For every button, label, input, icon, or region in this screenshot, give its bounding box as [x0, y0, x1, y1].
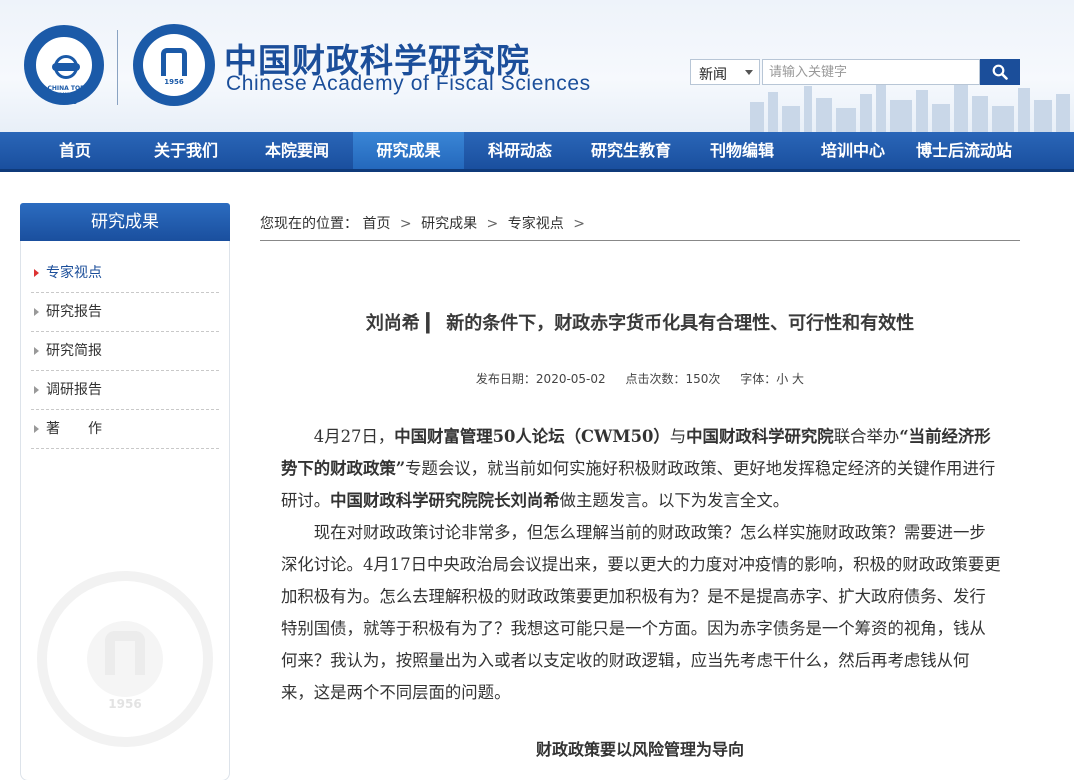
breadcrumb-sep: > [486, 216, 499, 232]
nav-about[interactable]: 关于我们 [131, 132, 241, 169]
breadcrumb-sep: > [573, 216, 585, 232]
sidebar-item-survey-reports[interactable]: 调研报告 [31, 371, 219, 410]
sidebar-item-research-reports[interactable]: 研究报告 [31, 293, 219, 332]
sidebar-item-works[interactable]: 著 作 [31, 410, 219, 449]
think-tank-logo[interactable]: CHINA TOP THINK TANKS [24, 25, 104, 106]
arrow-right-icon [34, 269, 39, 277]
sidebar-item-research-briefs[interactable]: 研究简报 [31, 332, 219, 371]
breadcrumb-research-results[interactable]: 研究成果 [421, 213, 477, 233]
academy-seal-watermark: 1956 [37, 571, 213, 747]
nav-news[interactable]: 本院要闻 [242, 132, 352, 169]
article-paragraph: 4月27日，中国财富管理50人论坛（CWM50）与中国财政科学研究院联合举办“当… [281, 427, 996, 510]
breadcrumb: 您现在的位置： 首页 > 研究成果 > 专家视点 > [260, 213, 1020, 241]
breadcrumb-home[interactable]: 首页 [362, 213, 390, 233]
nav-graduate-education[interactable]: 研究生教育 [576, 132, 686, 169]
nav-research-results[interactable]: 研究成果 [353, 132, 464, 169]
breadcrumb-prefix: 您现在的位置： [260, 216, 358, 232]
logo-divider [117, 30, 118, 105]
site-title-english[interactable]: Chinese Academy of Fiscal Sciences [226, 72, 591, 96]
nav-training[interactable]: 培训中心 [798, 132, 908, 169]
breadcrumb-divider [260, 240, 1020, 241]
search-icon [992, 64, 1008, 80]
sidebar-menu: 专家视点 研究报告 研究简报 调研报告 著 作 1956 [20, 241, 230, 780]
arrow-right-icon [34, 425, 39, 433]
article-meta: 发布日期：2020-05-02 点击次数：150次 字体：小 大 [260, 370, 1020, 387]
search-button[interactable] [980, 59, 1020, 85]
nav-home[interactable]: 首页 [20, 132, 130, 169]
city-skyline-image [750, 82, 1070, 132]
arrow-right-icon [34, 308, 39, 316]
main-nav: 首页 关于我们 本院要闻 研究成果 科研动态 研究生教育 刊物编辑 培训中心 博… [0, 132, 1074, 172]
breadcrumb-sep: > [399, 216, 412, 232]
font-size-toggle[interactable]: 字体：小 大 [740, 372, 804, 386]
click-count: 点击次数：150次 [625, 372, 721, 386]
sidebar: 研究成果 专家视点 研究报告 研究简报 调研报告 著 作 1956 [20, 203, 230, 780]
article-title: 刘尚希 ▎ 新的条件下，财政赤字货币化具有合理性、可行性和有效性 [365, 313, 915, 334]
publish-date: 发布日期：2020-05-02 [475, 372, 606, 386]
nav-publications[interactable]: 刊物编辑 [687, 132, 797, 169]
article-body: 4月27日，中国财富管理50人论坛（CWM50）与中国财政科学研究院联合举办“当… [281, 421, 1001, 709]
chevron-down-icon [745, 70, 753, 75]
article-paragraph: 现在对财政政策讨论非常多，但怎么理解当前的财政政策？怎么样实施财政政策？需要进一… [281, 523, 1001, 702]
academy-seal-logo[interactable]: 1956 [133, 24, 215, 106]
search-category-select[interactable]: 新闻 [690, 59, 760, 85]
search-input[interactable] [762, 59, 980, 85]
arrow-right-icon [34, 386, 39, 394]
breadcrumb-expert-views[interactable]: 专家视点 [508, 213, 564, 233]
search-bar: 新闻 [690, 59, 1020, 85]
nav-research-trends[interactable]: 科研动态 [465, 132, 575, 169]
sidebar-title: 研究成果 [20, 203, 230, 241]
article-subheading: 财政政策要以风险管理为导向 [535, 740, 744, 759]
sidebar-item-expert-views[interactable]: 专家视点 [31, 254, 219, 293]
arrow-right-icon [34, 347, 39, 355]
site-header: CHINA TOP THINK TANKS 1956 中国财政科学研究院 Chi… [0, 0, 1074, 132]
nav-postdoc[interactable]: 博士后流动站 [904, 132, 1024, 169]
